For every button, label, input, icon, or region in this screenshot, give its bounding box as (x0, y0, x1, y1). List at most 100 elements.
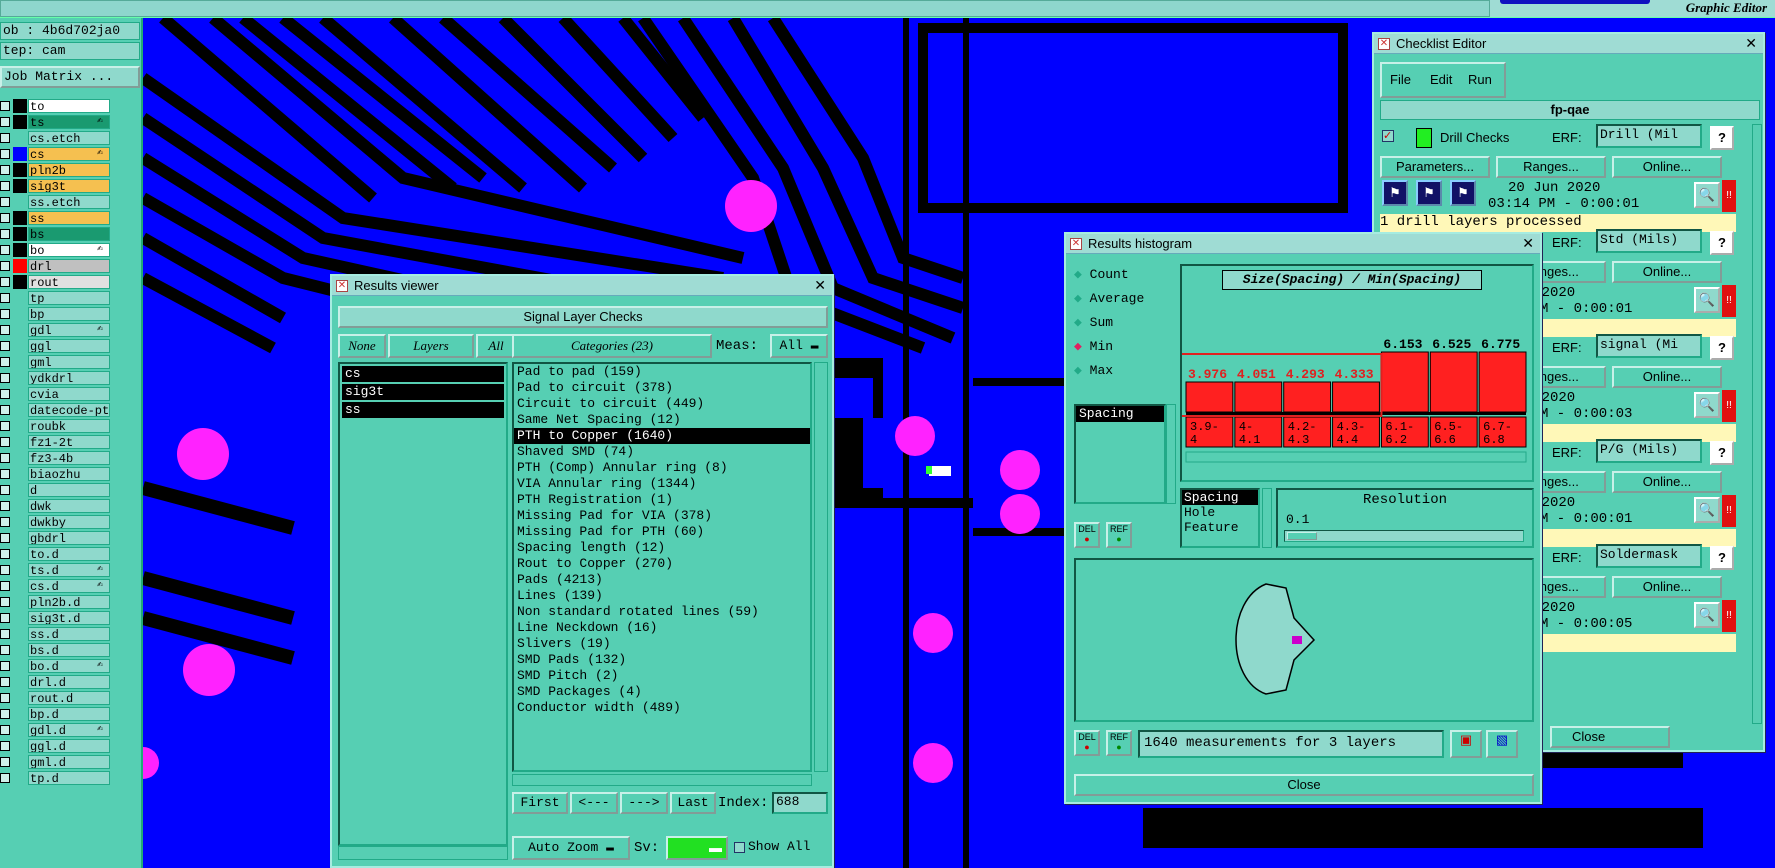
zoom-results-button[interactable]: 🔍 (1694, 392, 1720, 418)
zoom-results-button[interactable]: 🔍 (1694, 497, 1720, 523)
layer-checkbox[interactable] (0, 373, 10, 383)
layer-row[interactable]: to (0, 98, 140, 114)
all-layers-button[interactable]: All (476, 334, 516, 358)
layer-row[interactable]: gdl.d ✍ (0, 722, 140, 738)
layer-checkbox[interactable] (0, 757, 10, 767)
categories-button[interactable]: Categories (23) (512, 334, 712, 358)
layer-checkbox[interactable] (0, 133, 10, 143)
category-item[interactable]: Pads (4213) (514, 572, 810, 588)
menu-run[interactable]: Run (1468, 72, 1492, 87)
feature-type-scrollbar[interactable] (1262, 488, 1272, 548)
category-item[interactable]: Non standard rotated lines (59) (514, 604, 810, 620)
categories-vscrollbar[interactable] (814, 362, 828, 772)
layer-checkbox[interactable] (0, 245, 10, 255)
layer-list-item[interactable]: sig3t (342, 384, 504, 400)
close-icon[interactable]: ✕ (1745, 34, 1757, 53)
layer-row[interactable]: d (0, 482, 140, 498)
layer-checkbox[interactable] (0, 149, 10, 159)
online-button[interactable]: Online... (1612, 366, 1722, 388)
erf-field[interactable]: signal (Mi (1596, 334, 1702, 358)
layer-row[interactable]: ss.etch (0, 194, 140, 210)
layer-checkbox[interactable] (0, 517, 10, 527)
help-button[interactable]: ? (1710, 546, 1734, 570)
layer-row[interactable]: fz1-2t (0, 434, 140, 450)
layer-checkbox[interactable] (0, 453, 10, 463)
layer-checkbox[interactable] (0, 741, 10, 751)
close-icon[interactable]: ✕ (814, 276, 826, 295)
prev-button[interactable]: <--- (570, 792, 618, 814)
category-item[interactable]: Same Net Spacing (12) (514, 412, 810, 428)
layer-row[interactable]: sig3t (0, 178, 140, 194)
layer-checkbox[interactable] (0, 229, 10, 239)
layer-row[interactable]: sig3t.d (0, 610, 140, 626)
layer-row[interactable]: biaozhu (0, 466, 140, 482)
histogram-close-button[interactable]: Close (1074, 774, 1534, 796)
categories-list[interactable]: Pad to pad (159) Pad to circuit (378) Circ… (512, 362, 812, 772)
layer-checkbox[interactable] (0, 181, 10, 191)
resolution-slider-handle[interactable] (1287, 532, 1317, 540)
zoom-fit-button[interactable]: ▣ (1450, 730, 1482, 758)
layers-hscrollbar[interactable] (338, 846, 508, 860)
erf-field[interactable]: Std (Mils) (1596, 229, 1702, 253)
layer-checkbox[interactable] (0, 325, 10, 335)
menu-edit[interactable]: Edit (1430, 72, 1452, 87)
last-button[interactable]: Last (670, 792, 716, 814)
feature-type-spacing[interactable]: Spacing (1182, 490, 1258, 505)
category-item[interactable]: Circuit to circuit (449) (514, 396, 810, 412)
erf-field[interactable]: P/G (Mils) (1596, 439, 1702, 463)
layer-row[interactable]: rout (0, 274, 140, 290)
results-viewer-titlebar[interactable]: ✕ Results viewer ✕ (332, 276, 832, 296)
layer-checkbox[interactable] (0, 565, 10, 575)
online-button[interactable]: Online... (1612, 471, 1722, 493)
mode-radio-sum[interactable]: ◆ Sum (1074, 312, 1113, 334)
layer-row[interactable]: cs.d ✍ (0, 578, 140, 594)
layer-checkbox[interactable] (0, 693, 10, 703)
next-button[interactable]: ---> (620, 792, 668, 814)
mode-radio-average[interactable]: ◆ Average (1074, 288, 1144, 310)
layers-button[interactable]: Layers (388, 334, 474, 358)
layer-checkbox[interactable] (0, 485, 10, 495)
layers-list[interactable]: cs sig3t ss (338, 362, 508, 846)
mode-radio-min[interactable]: ◆ Min (1074, 336, 1113, 358)
layer-row[interactable]: rout.d (0, 690, 140, 706)
resolution-slider[interactable] (1284, 530, 1524, 542)
layer-row[interactable]: gbdrl (0, 530, 140, 546)
histogram-chart[interactable]: 3.976 3.9-4 4.051 4-4.1 4.293 4.2-4.3 4.333 4.3… (1182, 266, 1532, 466)
layer-checkbox[interactable] (0, 405, 10, 415)
show-all-checkbox[interactable] (734, 842, 745, 853)
first-button[interactable]: First (512, 792, 568, 814)
layer-checkbox[interactable] (0, 389, 10, 399)
layer-checkbox[interactable] (0, 549, 10, 559)
category-item[interactable]: Rout to Copper (270) (514, 556, 810, 572)
layer-checkbox[interactable] (0, 661, 10, 671)
layer-row[interactable]: bo ✍ (0, 242, 140, 258)
parameters-button[interactable]: Parameters... (1380, 156, 1490, 178)
layer-row[interactable]: bs.d (0, 642, 140, 658)
category-item[interactable]: Missing Pad for PTH (60) (514, 524, 810, 540)
run-icon[interactable]: ⚑ (1450, 180, 1476, 206)
online-button[interactable]: Online... (1612, 576, 1722, 598)
category-item[interactable]: PTH Registration (1) (514, 492, 810, 508)
measure-item[interactable]: Spacing (1076, 406, 1164, 422)
ref-button[interactable]: REF ● (1106, 522, 1132, 548)
layer-checkbox[interactable] (0, 645, 10, 655)
layer-checkbox[interactable] (0, 709, 10, 719)
help-button[interactable]: ? (1710, 126, 1734, 150)
category-item[interactable]: PTH to Copper (1640) (514, 428, 810, 444)
help-button[interactable]: ? (1710, 231, 1734, 255)
feature-type-feature[interactable]: Feature (1182, 520, 1258, 535)
layer-checkbox[interactable] (0, 117, 10, 127)
layer-checkbox[interactable] (0, 469, 10, 479)
layer-checkbox[interactable] (0, 261, 10, 271)
layer-checkbox[interactable] (0, 421, 10, 431)
erf-field[interactable]: Soldermask (1596, 544, 1702, 568)
mode-radio-count[interactable]: ◆ Count (1074, 264, 1129, 286)
zoom-results-button[interactable]: 🔍 (1694, 182, 1720, 208)
job-matrix-button[interactable]: Job Matrix ... (0, 66, 140, 88)
index-input[interactable]: 688 (772, 792, 828, 814)
category-item[interactable]: Slivers (19) (514, 636, 810, 652)
layer-row[interactable]: gdl ✍ (0, 322, 140, 338)
layer-checkbox[interactable] (0, 629, 10, 639)
chart-hscrollbar[interactable] (1185, 451, 1527, 463)
layer-row[interactable]: bs (0, 226, 140, 242)
